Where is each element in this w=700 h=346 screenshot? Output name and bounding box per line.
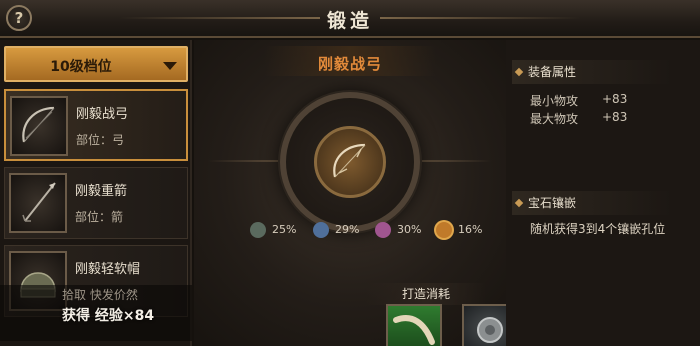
- stat-label: 最小物攻: [530, 94, 579, 108]
- gem-socket-title: 宝石镶嵌: [512, 191, 672, 215]
- gem-socket-description: 随机获得3到4个镶嵌孔位: [530, 222, 666, 236]
- pickup-toast-line1: 拾取 快发价然: [62, 288, 138, 302]
- bow-icon: [10, 96, 68, 156]
- attribute-panel: 装备属性 最小物攻 +83 最大物攻 +83 宝石镶嵌 随机获得3到4个镶嵌孔位: [506, 40, 700, 346]
- selected-item-title: 刚毅战弓: [317, 55, 382, 73]
- gem-icon: [313, 222, 329, 238]
- stat-value: +83: [602, 92, 628, 106]
- item-slot: 部位：箭: [75, 210, 124, 224]
- tier-dropdown[interactable]: 10级档位: [4, 46, 188, 82]
- item-row-bow[interactable]: 刚毅战弓 部位：弓: [4, 89, 188, 161]
- page-title: 锻造: [326, 10, 373, 32]
- stat-value: +83: [602, 110, 628, 124]
- quality-percent: 25%: [272, 223, 297, 236]
- gem-icon: [375, 222, 391, 238]
- quality-chances: 25% 29% 30% 16%: [250, 220, 490, 244]
- stat-row-min-attack: 最小物攻 +83: [530, 92, 627, 109]
- chevron-down-icon: [163, 62, 177, 70]
- horn-material-icon: [393, 315, 435, 345]
- preview-item-slot[interactable]: [314, 126, 386, 198]
- quality-percent: 30%: [397, 223, 422, 236]
- gem-icon: [436, 222, 452, 238]
- equipment-attributes-title: 装备属性: [512, 60, 672, 84]
- item-slot: 部位：弓: [76, 133, 125, 147]
- quality-percent: 29%: [335, 223, 360, 236]
- item-list-panel: 10级档位 刚毅战弓 部位：弓 刚毅重箭 部位：箭 刚毅轻软帽 拾取 快发价然 …: [0, 40, 192, 346]
- item-title-bar: 刚毅战弓: [264, 46, 436, 76]
- quality-percent: 16%: [458, 223, 483, 236]
- tier-dropdown-label: 10级档位: [50, 59, 112, 75]
- item-name: 刚毅轻软帽: [75, 262, 141, 277]
- item-name: 刚毅战弓: [76, 107, 129, 122]
- pickup-toast-line2: 获得 经验×84: [62, 308, 155, 324]
- cost-material-slot-1[interactable]: [386, 304, 442, 346]
- bow-icon: [333, 143, 366, 178]
- arrow-icon: [9, 173, 67, 233]
- item-row-arrow[interactable]: 刚毅重箭 部位：箭: [4, 167, 188, 239]
- gem-icon: [250, 222, 266, 238]
- stat-label: 最大物攻: [530, 112, 579, 126]
- ornament-right: [422, 160, 492, 162]
- item-name: 刚毅重箭: [75, 184, 128, 199]
- ornament-left: [208, 160, 278, 162]
- stat-row-max-attack: 最大物攻 +83: [530, 110, 627, 127]
- forge-preview-panel: 刚毅战弓 25% 29% 30% 16% 打造消耗: [194, 40, 518, 346]
- forge-cost-title: 打造消耗: [366, 283, 486, 305]
- title-bar: ? 锻造: [0, 0, 700, 38]
